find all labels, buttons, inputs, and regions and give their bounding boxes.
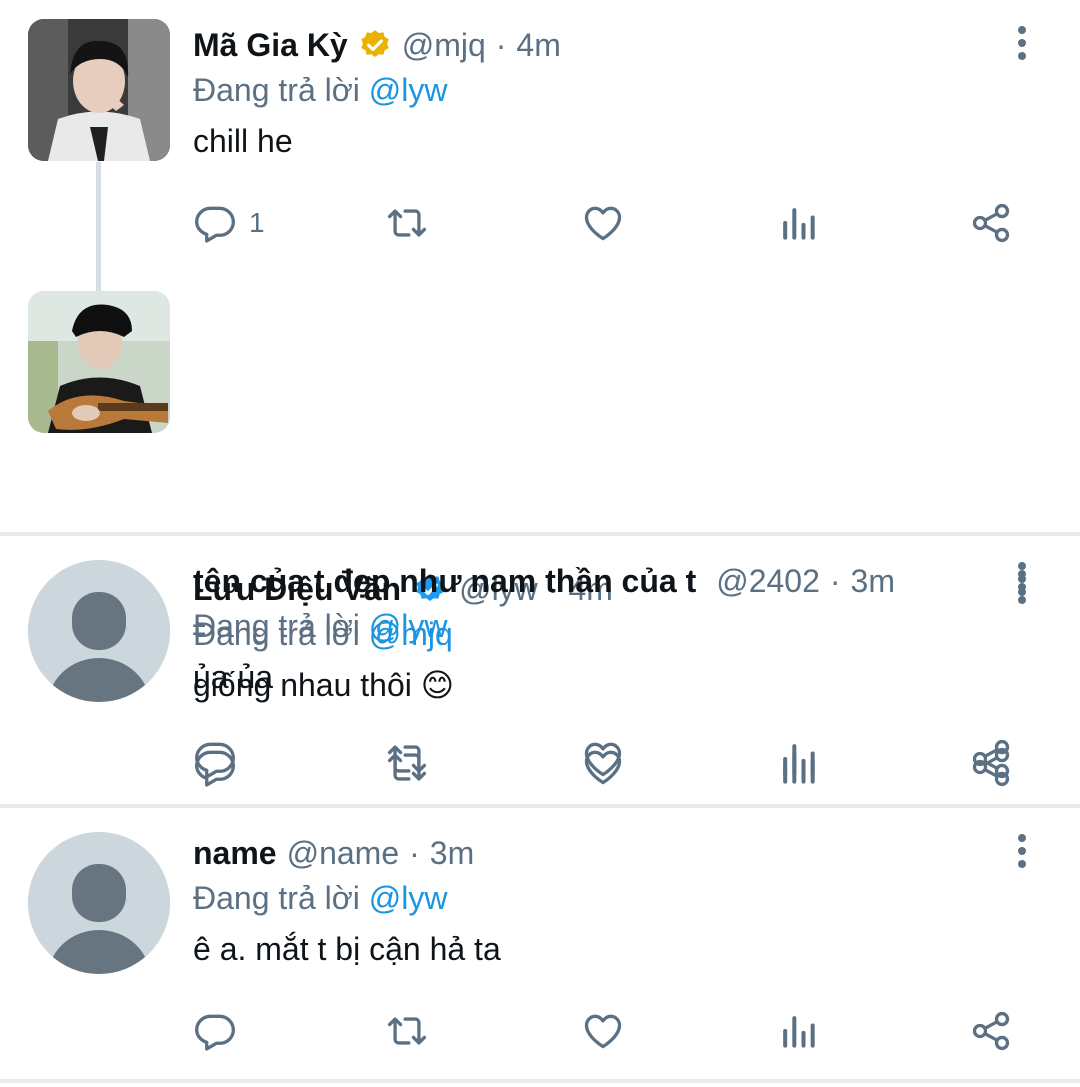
separator-dot: ·: [409, 834, 420, 871]
retweet-button[interactable]: [385, 734, 429, 784]
more-icon: [1018, 834, 1026, 842]
like-button[interactable]: [581, 198, 625, 248]
retweet-icon: [385, 737, 429, 781]
default-avatar[interactable]: [28, 832, 170, 974]
tweet-text: ê a. mắt t bị cận hả ta: [193, 931, 501, 967]
reply-prefix: Đang trả lời: [193, 72, 360, 108]
reply-button[interactable]: [193, 734, 237, 784]
heart-icon: [581, 1009, 625, 1053]
avatar[interactable]: [28, 19, 170, 161]
retweet-button[interactable]: [385, 198, 429, 248]
reply-icon: [193, 1009, 237, 1053]
share-button[interactable]: [969, 734, 1013, 784]
separator-dot: ·: [829, 562, 841, 599]
analytics-button[interactable]: [776, 198, 820, 248]
share-button[interactable]: [969, 198, 1013, 248]
tweet-text: ủa ủa: [193, 659, 274, 695]
tweet[interactable]: tên của t đẹp như nam thần của t @2402 ·…: [0, 536, 1080, 808]
analytics-icon: [776, 1009, 820, 1053]
default-avatar-icon: [28, 560, 170, 702]
analytics-icon: [776, 201, 820, 245]
reply-prefix: Đang trả lời: [193, 880, 360, 916]
tweet[interactable]: Lưu Diệu Văn @lyw · 4m Đang trả lời @mjq…: [0, 272, 1080, 536]
reply-button[interactable]: [193, 1006, 237, 1056]
tweet-header: Mã Gia Kỳ @mjq · 4m: [193, 19, 1040, 71]
separator-dot: ·: [495, 26, 507, 63]
more-icon: [1018, 26, 1026, 34]
display-name[interactable]: Mã Gia Kỳ: [193, 27, 348, 64]
more-icon: [1018, 562, 1026, 570]
share-button[interactable]: [969, 1006, 1013, 1056]
default-avatar-icon: [28, 832, 170, 974]
display-name[interactable]: name: [193, 835, 277, 872]
timestamp[interactable]: 4m: [516, 27, 560, 64]
reply-context: Đang trả lời @lyw: [193, 603, 1040, 649]
share-icon: [969, 737, 1013, 781]
mention-link[interactable]: @lyw: [369, 72, 448, 108]
more-options-button[interactable]: [1012, 562, 1032, 602]
avatar-photo: [28, 291, 170, 433]
retweet-icon: [385, 1009, 429, 1053]
analytics-button[interactable]: [776, 1006, 820, 1056]
more-options-button[interactable]: [1012, 834, 1032, 874]
timestamp[interactable]: 3m: [851, 563, 895, 600]
tweet-text: chill he: [193, 123, 293, 159]
like-button[interactable]: [581, 734, 625, 784]
action-bar: [193, 1006, 1080, 1056]
reply-prefix: Đang trả lời: [193, 608, 360, 644]
reply-context: Đang trả lời @lyw: [193, 67, 1040, 113]
avatar-photo: [28, 19, 170, 161]
reply-count: 1: [249, 207, 265, 238]
handle[interactable]: @name: [287, 835, 400, 872]
gold-verified-icon: [358, 28, 392, 62]
mention-link[interactable]: @lyw: [369, 880, 448, 916]
share-icon: [969, 1009, 1013, 1053]
reply-button[interactable]: 1: [193, 198, 265, 248]
timestamp[interactable]: 3m: [430, 835, 474, 872]
handle[interactable]: @mjq: [402, 27, 486, 64]
reply-icon: [193, 201, 237, 245]
tweet[interactable]: name @name · 3m Đang trả lời @lyw ê a. m…: [0, 808, 1080, 1083]
like-button[interactable]: [581, 1006, 625, 1056]
retweet-button[interactable]: [385, 1006, 429, 1056]
action-bar: [193, 734, 1080, 784]
analytics-button[interactable]: [776, 734, 820, 784]
tweet[interactable]: Mã Gia Kỳ @mjq · 4m Đang trả lời @lyw ch…: [0, 0, 1080, 292]
more-options-button[interactable]: [1012, 26, 1032, 66]
avatar[interactable]: [28, 291, 170, 433]
default-avatar[interactable]: [28, 560, 170, 702]
handle[interactable]: @2402: [716, 563, 820, 600]
analytics-icon: [776, 737, 820, 781]
heart-icon: [581, 737, 625, 781]
mention-link[interactable]: @lyw: [369, 608, 448, 644]
reply-context: Đang trả lời @lyw: [193, 875, 1040, 921]
share-icon: [969, 201, 1013, 245]
tweet-header: name @name · 3m: [193, 827, 1040, 879]
retweet-icon: [385, 201, 429, 245]
reply-icon: [193, 737, 237, 781]
display-name[interactable]: tên của t đẹp như nam thần của t: [193, 563, 696, 600]
heart-icon: [581, 201, 625, 245]
tweet-header: tên của t đẹp như nam thần của t @2402 ·…: [193, 555, 1040, 607]
action-bar: 1: [193, 198, 1080, 248]
